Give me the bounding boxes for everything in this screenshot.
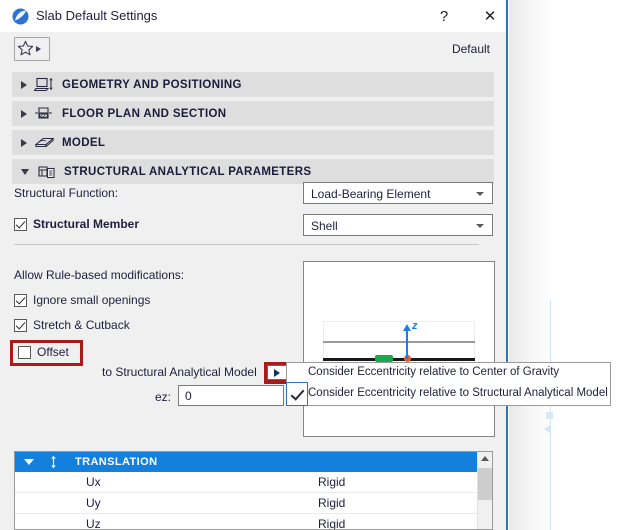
help-button[interactable]: ?	[424, 0, 464, 32]
background-marker	[546, 412, 553, 419]
popup-item-label: Consider Eccentricity relative to Struct…	[308, 387, 608, 399]
preview-support-marker	[375, 355, 393, 362]
caret-right-icon	[274, 368, 280, 377]
table-scrollbar[interactable]	[477, 452, 492, 529]
ez-label: ez:	[155, 390, 172, 404]
caret-right-icon	[36, 46, 41, 52]
ez-value: 0	[185, 389, 192, 403]
table-row[interactable]: Ux Rigid	[15, 472, 492, 493]
caret-right-icon	[21, 80, 27, 89]
geometry-positioning-icon	[33, 76, 56, 94]
rule-ignore-small-openings[interactable]: Ignore small openings	[14, 293, 150, 307]
chevron-down-icon	[476, 224, 484, 228]
help-icon: ?	[439, 7, 449, 25]
archicad-slab-icon	[12, 8, 29, 25]
table-group-header-translation[interactable]: TRANSLATION	[15, 452, 492, 472]
preview-z-axis	[406, 328, 408, 359]
favorites-button[interactable]	[14, 37, 50, 61]
eccentricity-popup-button[interactable]	[267, 365, 287, 380]
model-icon	[34, 134, 56, 152]
title-bar: Slab Default Settings ? ✕	[0, 0, 506, 32]
table-cell-name: Uy	[86, 496, 101, 510]
slab-default-settings-dialog: Slab Default Settings ? ✕ Default GEOMET…	[0, 0, 508, 530]
preview-z-axis-label: z	[412, 320, 418, 332]
structural-function-label: Structural Function:	[14, 186, 119, 200]
preview-mid-plane-line	[323, 341, 475, 343]
section-label: MODEL	[62, 136, 106, 149]
rules-label: Allow Rule-based modifications:	[14, 268, 185, 282]
caret-right-icon	[21, 138, 27, 147]
caret-right-icon	[21, 109, 27, 118]
structural-member-label: Structural Member	[33, 217, 140, 231]
structural-function-value: Load-Bearing Element	[311, 187, 431, 201]
eccentricity-popup-menu: Consider Eccentricity relative to Center…	[286, 362, 611, 406]
chevron-down-icon	[476, 192, 484, 196]
table-cell-name: Ux	[86, 475, 101, 489]
window-title: Slab Default Settings	[36, 8, 158, 23]
offset-highlight-box	[10, 340, 83, 366]
structural-analytical-icon	[36, 163, 58, 181]
structural-member-checkbox[interactable]	[14, 217, 27, 231]
rule-label: Stretch & Cutback	[33, 318, 130, 332]
structural-member-checkbox-row[interactable]: Structural Member	[14, 217, 139, 231]
preview-z-arrow-icon	[403, 324, 411, 331]
star-icon	[17, 40, 34, 59]
analytical-model-preview: z	[303, 261, 495, 437]
structural-member-type-value: Shell	[311, 219, 338, 233]
table-cell-name: Uz	[86, 517, 101, 530]
section-floor-plan-and-section[interactable]: FLOOR PLAN AND SECTION	[12, 101, 494, 126]
section-geometry-and-positioning[interactable]: GEOMETRY AND POSITIONING	[12, 72, 494, 97]
structural-member-type-dropdown[interactable]: Shell	[303, 214, 493, 236]
section-model[interactable]: MODEL	[12, 130, 494, 155]
dialog-toolbar: Default	[0, 32, 506, 68]
rule-stretch-and-cutback[interactable]: Stretch & Cutback	[14, 318, 130, 332]
default-label: Default	[451, 42, 490, 56]
popup-item-structural-analytical-model[interactable]: Consider Eccentricity relative to Struct…	[287, 384, 610, 405]
section-label: STRUCTURAL ANALYTICAL PARAMETERS	[64, 165, 312, 178]
chevron-up-icon[interactable]	[481, 456, 489, 461]
section-list: GEOMETRY AND POSITIONING FLOOR PLAN AND …	[0, 72, 506, 188]
structural-member-row: Structural Member Shell	[0, 212, 506, 240]
background-gradient	[509, 0, 549, 530]
structural-function-row: Structural Function: Load-Bearing Elemen…	[0, 180, 506, 208]
table-row[interactable]: Uz Rigid	[15, 514, 492, 530]
section-label: FLOOR PLAN AND SECTION	[62, 107, 227, 120]
rule-label: Ignore small openings	[33, 293, 151, 307]
stretch-cutback-checkbox[interactable]	[14, 318, 27, 332]
preview-analytical-line	[323, 358, 475, 361]
translation-arrows-icon	[48, 455, 59, 469]
preview-slab-outline	[323, 321, 475, 359]
popup-item-label: Consider Eccentricity relative to Center…	[308, 366, 560, 378]
background-triangle-icon	[544, 424, 551, 434]
scrollbar-thumb[interactable]	[478, 468, 492, 500]
caret-down-icon	[21, 168, 29, 175]
close-icon: ✕	[483, 6, 497, 25]
popup-selected-checkmark-icon	[286, 382, 308, 406]
structural-parameters-panel: Structural Function: Load-Bearing Elemen…	[0, 180, 506, 245]
table-group-label: TRANSLATION	[75, 456, 158, 468]
to-structural-analytical-model-label: to Structural Analytical Model	[102, 365, 257, 379]
table-row[interactable]: Uy Rigid	[15, 493, 492, 514]
table-cell-value: Rigid	[318, 475, 346, 489]
structural-function-dropdown[interactable]: Load-Bearing Element	[303, 182, 493, 204]
section-label: GEOMETRY AND POSITIONING	[62, 78, 242, 91]
floor-plan-section-icon	[34, 105, 56, 123]
stiffness-table: TRANSLATION Ux Rigid Uy Rigid Uz Rigid	[14, 451, 493, 530]
ez-input[interactable]: 0	[178, 385, 284, 406]
section-divider	[14, 244, 479, 245]
ignore-small-openings-checkbox[interactable]	[14, 293, 27, 307]
caret-down-icon	[24, 459, 34, 465]
table-cell-value: Rigid	[318, 496, 346, 510]
popup-item-center-of-gravity[interactable]: Consider Eccentricity relative to Center…	[287, 363, 610, 384]
close-button[interactable]: ✕	[470, 0, 510, 32]
table-cell-value: Rigid	[318, 517, 346, 530]
